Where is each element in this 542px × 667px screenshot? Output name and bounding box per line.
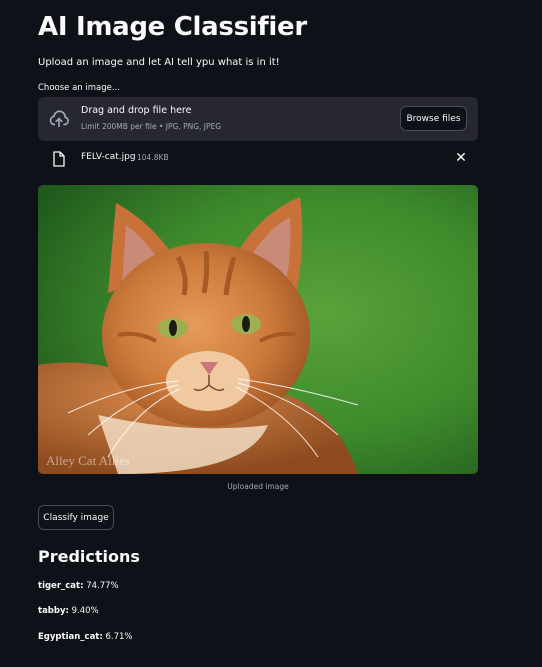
- prediction-label: Egyptian_cat: [38, 632, 100, 642]
- image-watermark: Alley Cat Allies: [46, 453, 130, 468]
- file-icon: [52, 151, 66, 167]
- file-size: 104.8KB: [137, 153, 169, 162]
- file-dropzone[interactable]: Drag and drop file here Limit 200MB per …: [38, 97, 478, 141]
- page-title: AI Image Classifier: [38, 12, 307, 42]
- browse-files-button[interactable]: Browse files: [400, 106, 467, 131]
- dropzone-title: Drag and drop file here: [81, 105, 192, 116]
- page-subtitle: Upload an image and let AI tell ypu what…: [38, 57, 280, 68]
- predictions-heading: Predictions: [38, 547, 140, 566]
- prediction-value: 6.71%: [105, 632, 133, 642]
- classify-image-button[interactable]: Classify image: [38, 505, 114, 530]
- prediction-item: tiger_cat: 74.77%: [38, 581, 119, 591]
- prediction-label: tabby: [38, 606, 66, 616]
- app-root: AI Image Classifier Upload an image and …: [0, 0, 542, 667]
- uploaded-file-row: FELV-cat.jpg 104.8KB ✕: [52, 150, 472, 168]
- cloud-upload-icon: [48, 108, 70, 130]
- file-name: FELV-cat.jpg: [81, 152, 136, 162]
- uploader-label: Choose an image...: [38, 83, 120, 93]
- prediction-value: 9.40%: [71, 606, 99, 616]
- prediction-value: 74.77%: [86, 581, 119, 591]
- prediction-label: tiger_cat: [38, 581, 81, 591]
- prediction-item: Egyptian_cat: 6.71%: [38, 632, 133, 642]
- uploaded-image: Alley Cat Allies: [38, 185, 478, 474]
- image-caption: Uploaded image: [227, 482, 289, 491]
- prediction-item: tabby: 9.40%: [38, 606, 99, 616]
- close-icon[interactable]: ✕: [454, 150, 468, 166]
- dropzone-limit: Limit 200MB per file • JPG, PNG, JPEG: [81, 122, 222, 131]
